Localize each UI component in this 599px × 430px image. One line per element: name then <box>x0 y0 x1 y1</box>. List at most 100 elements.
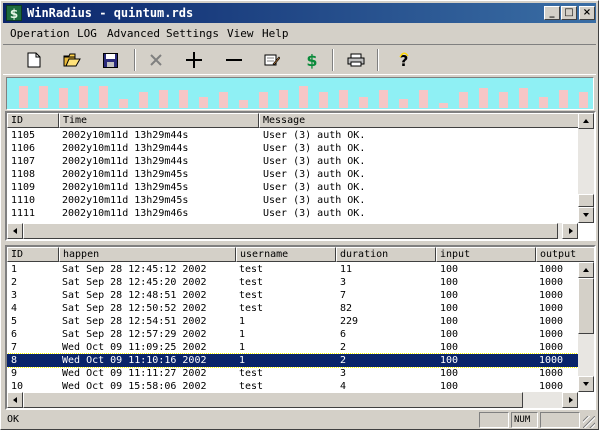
traffic-bar <box>39 86 48 108</box>
log-row[interactable]: 1107 2002y10m11d 13h29m44s User (3) auth O… <box>7 155 578 168</box>
open-folder-icon[interactable] <box>59 48 85 72</box>
resize-grip-icon[interactable] <box>583 416 595 428</box>
log-cell-message: User (3) auth OK. <box>263 169 366 180</box>
log-header-time[interactable]: Time <box>59 113 259 128</box>
log-vertical-scrollbar[interactable] <box>578 113 594 223</box>
log-list[interactable]: ID Time Message 1105 2002y10m11d 13h29m44… <box>5 111 596 241</box>
log-row[interactable]: 1109 2002y10m11d 13h29m45s User (3) auth O… <box>7 181 578 194</box>
delete-x-icon[interactable] <box>143 48 169 72</box>
session-cell-id: 1 <box>11 264 18 275</box>
session-row[interactable]: 2 Sat Sep 28 12:45:20 2002 test 3 100 1000 <box>7 276 578 289</box>
log-row[interactable]: 1106 2002y10m11d 13h29m44s User (3) auth O… <box>7 142 578 155</box>
session-header-duration[interactable]: duration <box>336 247 436 262</box>
scroll-thumb[interactable] <box>23 392 523 408</box>
session-cell-duration: 7 <box>340 290 347 301</box>
scroll-thumb[interactable] <box>23 223 558 239</box>
traffic-bar <box>119 99 128 108</box>
log-cell-id: 1108 <box>11 169 36 180</box>
edit-note-icon[interactable] <box>259 48 285 72</box>
session-cell-happen: Sat Sep 28 12:50:52 2002 <box>62 303 207 314</box>
session-row[interactable]: 3 Sat Sep 28 12:48:51 2002 test 7 100 1000 <box>7 289 578 302</box>
traffic-bar <box>219 92 228 108</box>
session-row[interactable]: 9 Wed Oct 09 11:11:27 2002 test 3 100 1000 <box>7 367 578 380</box>
session-cell-id: 3 <box>11 290 18 301</box>
menu-help[interactable]: Help <box>262 27 289 40</box>
session-cell-duration: 2 <box>340 342 347 353</box>
log-row[interactable]: 1110 2002y10m11d 13h29m45s User (3) auth O… <box>7 194 578 207</box>
session-header-id[interactable]: ID <box>7 247 59 262</box>
session-row[interactable]: 1 Sat Sep 28 12:45:12 2002 test 11 100 1000 <box>7 263 578 276</box>
session-header-happen[interactable]: happen <box>59 247 236 262</box>
arrow-down-icon <box>583 213 589 217</box>
menu-log[interactable]: LOG <box>77 27 97 40</box>
traffic-bar <box>579 92 588 108</box>
log-cell-message: User (3) auth OK. <box>263 208 366 219</box>
add-plus-icon[interactable] <box>181 48 207 72</box>
scroll-up-button[interactable] <box>578 262 594 278</box>
print-icon[interactable] <box>343 48 369 72</box>
session-cell-output: 1000 <box>539 355 564 366</box>
log-horizontal-scrollbar[interactable] <box>7 223 578 239</box>
session-horizontal-scrollbar[interactable] <box>7 392 578 408</box>
scroll-right-button[interactable] <box>562 392 578 408</box>
log-row[interactable]: 1105 2002y10m11d 13h29m44s User (3) auth O… <box>7 129 578 142</box>
traffic-bar <box>239 100 248 108</box>
pane-splitter[interactable] <box>3 241 596 244</box>
traffic-bar <box>499 92 508 108</box>
session-header-output[interactable]: output <box>536 247 594 262</box>
new-file-icon[interactable] <box>21 48 47 72</box>
session-cell-id: 2 <box>11 277 18 288</box>
scroll-thumb[interactable] <box>578 194 594 207</box>
session-cell-duration: 82 <box>340 303 353 314</box>
session-header-username[interactable]: username <box>236 247 336 262</box>
scroll-down-button[interactable] <box>578 207 594 223</box>
session-cell-duration: 229 <box>340 316 359 327</box>
menu-advanced[interactable]: Advanced <box>107 27 160 40</box>
svg-text:$: $ <box>306 51 317 69</box>
menu-operation[interactable]: Operation <box>10 27 70 40</box>
log-row[interactable]: 1108 2002y10m11d 13h29m45s User (3) auth O… <box>7 168 578 181</box>
scroll-up-button[interactable] <box>578 113 594 129</box>
session-row[interactable]: 7 Wed Oct 09 11:09:25 2002 1 2 100 1000 <box>7 341 578 354</box>
session-cell-output: 1000 <box>539 290 564 301</box>
log-cell-time: 2002y10m11d 13h29m44s <box>62 130 189 141</box>
scroll-right-button[interactable] <box>562 223 578 239</box>
save-icon[interactable] <box>97 48 123 72</box>
session-row[interactable]: 4 Sat Sep 28 12:50:52 2002 test 82 100 1000 <box>7 302 578 315</box>
maximize-button[interactable]: □ <box>561 6 577 20</box>
session-row[interactable]: 6 Sat Sep 28 12:57:29 2002 1 6 100 1000 <box>7 328 578 341</box>
title-bar[interactable]: $ WinRadius - quintum.rds _ □ × <box>3 3 596 23</box>
status-panel-scroll <box>540 412 580 428</box>
log-cell-id: 1109 <box>11 182 36 193</box>
menu-settings[interactable]: Settings <box>166 27 219 40</box>
session-row[interactable]: 8 Wed Oct 09 11:10:16 2002 1 2 100 1000 <box>7 353 579 368</box>
arrow-right-icon <box>569 397 573 403</box>
session-cell-username: test <box>239 368 264 379</box>
session-cell-username: 1 <box>239 329 246 340</box>
scroll-down-button[interactable] <box>578 376 594 392</box>
status-text: OK <box>7 414 20 425</box>
minimize-button[interactable]: _ <box>544 6 560 20</box>
session-cell-output: 1000 <box>539 316 564 327</box>
session-list[interactable]: ID happen username duration input output… <box>5 245 596 410</box>
log-header-message[interactable]: Message <box>259 113 579 128</box>
remove-minus-icon[interactable] <box>221 48 247 72</box>
log-header-id[interactable]: ID <box>7 113 59 128</box>
help-question-icon[interactable]: ? <box>391 48 417 72</box>
session-cell-output: 1000 <box>539 329 564 340</box>
scroll-left-button[interactable] <box>7 392 23 408</box>
toolbar: $ ? <box>3 44 596 75</box>
session-cell-happen: Wed Oct 09 11:10:16 2002 <box>62 355 207 366</box>
menu-view[interactable]: View <box>227 27 254 40</box>
session-vertical-scrollbar[interactable] <box>578 262 594 392</box>
close-button[interactable]: × <box>579 6 595 20</box>
session-row[interactable]: 5 Sat Sep 28 12:54:51 2002 1 229 100 1000 <box>7 315 578 328</box>
session-cell-output: 1000 <box>539 277 564 288</box>
session-cell-input: 100 <box>440 316 459 327</box>
scroll-left-button[interactable] <box>7 223 23 239</box>
scroll-thumb[interactable] <box>578 278 594 334</box>
log-row[interactable]: 1111 2002y10m11d 13h29m46s User (3) auth O… <box>7 207 578 220</box>
session-cell-username: 1 <box>239 316 246 327</box>
session-header-input[interactable]: input <box>436 247 536 262</box>
dollar-icon[interactable]: $ <box>299 48 325 72</box>
